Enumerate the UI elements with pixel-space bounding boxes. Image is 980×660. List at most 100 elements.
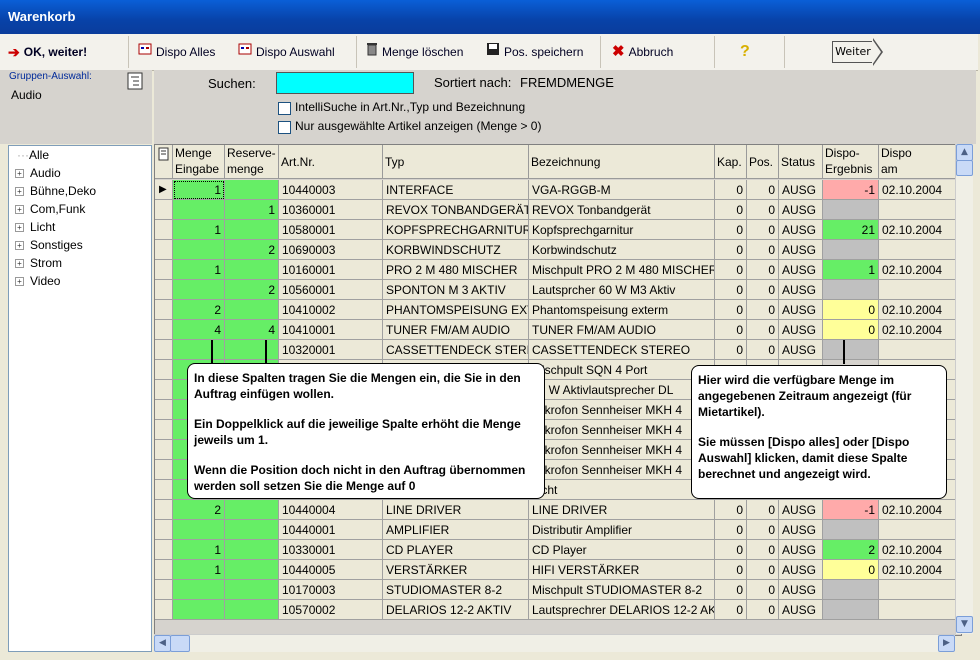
cell-typ[interactable]: PHANTOMSPEISUNG EXTERN bbox=[383, 300, 529, 320]
cell-dispo[interactable] bbox=[823, 600, 879, 620]
cell-bez[interactable]: Mischpult SQN 4 Port bbox=[529, 360, 715, 380]
row-selector[interactable] bbox=[155, 320, 173, 340]
scroll-left-icon[interactable]: ◀ bbox=[154, 635, 171, 652]
expand-icon[interactable]: + bbox=[15, 241, 24, 251]
cell-am[interactable]: 02.10.2004 bbox=[879, 540, 961, 560]
expand-icon[interactable]: + bbox=[15, 169, 24, 179]
cell-artnr[interactable]: 10330001 bbox=[279, 540, 383, 560]
cell-dispo[interactable]: -1 bbox=[823, 180, 879, 200]
cell-status[interactable]: AUSG bbox=[779, 500, 823, 520]
row-selector[interactable] bbox=[155, 220, 173, 240]
cell-bez[interactable]: Mikrofon Sennheiser MKH 4 bbox=[529, 400, 715, 420]
cell-pos[interactable]: 0 bbox=[747, 320, 779, 340]
row-selector[interactable] bbox=[155, 260, 173, 280]
cell-status[interactable]: AUSG bbox=[779, 220, 823, 240]
cell-kap[interactable]: 0 bbox=[715, 600, 747, 620]
row-selector[interactable] bbox=[155, 400, 173, 420]
cell-typ[interactable]: STUDIOMASTER 8-2 bbox=[383, 580, 529, 600]
cell-artnr[interactable]: 10410001 bbox=[279, 320, 383, 340]
cell-status[interactable]: AUSG bbox=[779, 520, 823, 540]
cell-kap[interactable]: 0 bbox=[715, 540, 747, 560]
cell-dispo[interactable]: 2 bbox=[823, 540, 879, 560]
header-reserve[interactable]: Reserve- menge bbox=[225, 145, 279, 179]
tree-item-sonstiges[interactable]: + Sonstiges bbox=[15, 236, 83, 254]
cell-artnr[interactable]: 10360001 bbox=[279, 200, 383, 220]
cell-pos[interactable]: 0 bbox=[747, 240, 779, 260]
cell-dispo[interactable]: 0 bbox=[823, 300, 879, 320]
pos-speichern-button[interactable]: Pos. speichern bbox=[486, 38, 583, 66]
cell-reserve[interactable] bbox=[225, 260, 279, 280]
cell-bez[interactable]: VGA-RGGB-M bbox=[529, 180, 715, 200]
header-dispo-ergebnis[interactable]: Dispo- Ergebnis bbox=[823, 145, 879, 179]
cell-kap[interactable]: 0 bbox=[715, 280, 747, 300]
cell-bez[interactable]: LINE DRIVER bbox=[529, 500, 715, 520]
cell-reserve[interactable] bbox=[225, 300, 279, 320]
cell-kap[interactable]: 0 bbox=[715, 500, 747, 520]
cell-typ[interactable]: KOPFSPRECHGARNITUR bbox=[383, 220, 529, 240]
cell-menge[interactable]: 1 bbox=[173, 540, 225, 560]
cell-typ[interactable]: KORBWINDSCHUTZ bbox=[383, 240, 529, 260]
cell-menge[interactable] bbox=[173, 240, 225, 260]
cell-pos[interactable]: 0 bbox=[747, 280, 779, 300]
header-kap[interactable]: Kap. bbox=[715, 145, 747, 179]
row-selector[interactable] bbox=[155, 280, 173, 300]
cell-reserve[interactable] bbox=[225, 540, 279, 560]
cell-typ[interactable]: CASSETTENDECK STEREO bbox=[383, 340, 529, 360]
row-selector[interactable] bbox=[155, 580, 173, 600]
cell-artnr[interactable]: 10440004 bbox=[279, 500, 383, 520]
vertical-scrollbar[interactable]: ▲ ▼ bbox=[955, 144, 973, 634]
cell-kap[interactable]: 0 bbox=[715, 560, 747, 580]
cell-status[interactable]: AUSG bbox=[779, 180, 823, 200]
row-selector[interactable] bbox=[155, 440, 173, 460]
cell-menge[interactable]: 1 bbox=[173, 560, 225, 580]
cell-status[interactable]: AUSG bbox=[779, 560, 823, 580]
cell-typ[interactable]: LINE DRIVER bbox=[383, 500, 529, 520]
cell-menge[interactable]: 4 bbox=[173, 320, 225, 340]
cell-menge[interactable] bbox=[173, 580, 225, 600]
row-selector[interactable] bbox=[155, 200, 173, 220]
expand-icon[interactable]: + bbox=[15, 223, 24, 233]
cell-status[interactable]: AUSG bbox=[779, 340, 823, 360]
expand-icon[interactable]: + bbox=[15, 259, 24, 269]
cell-dispo[interactable] bbox=[823, 580, 879, 600]
cell-am[interactable]: 02.10.2004 bbox=[879, 320, 961, 340]
cell-bez[interactable]: Licht bbox=[529, 480, 715, 500]
row-selector[interactable] bbox=[155, 240, 173, 260]
tree-item-strom[interactable]: + Strom bbox=[15, 254, 62, 272]
header-dispo-am[interactable]: Dispo am bbox=[879, 145, 961, 179]
scroll-down-icon[interactable]: ▼ bbox=[956, 616, 973, 633]
cell-dispo[interactable] bbox=[823, 340, 879, 360]
cell-reserve[interactable]: 1 bbox=[225, 200, 279, 220]
menge-loeschen-button[interactable]: Menge löschen bbox=[366, 38, 463, 66]
cell-bez[interactable]: Mikrofon Sennheiser MKH 4 bbox=[529, 420, 715, 440]
cell-reserve[interactable] bbox=[225, 560, 279, 580]
cell-dispo[interactable]: 0 bbox=[823, 320, 879, 340]
scroll-up-icon[interactable]: ▲ bbox=[956, 144, 973, 161]
cell-typ[interactable]: CD PLAYER bbox=[383, 540, 529, 560]
cell-artnr[interactable]: 10440005 bbox=[279, 560, 383, 580]
cell-am[interactable]: 02.10.2004 bbox=[879, 260, 961, 280]
expand-icon[interactable]: + bbox=[15, 277, 24, 287]
cell-status[interactable]: AUSG bbox=[779, 580, 823, 600]
expand-icon[interactable]: + bbox=[15, 187, 24, 197]
header-status[interactable]: Status bbox=[779, 145, 823, 179]
cell-kap[interactable]: 0 bbox=[715, 260, 747, 280]
cell-am[interactable]: 02.10.2004 bbox=[879, 300, 961, 320]
scroll-right-icon[interactable]: ▶ bbox=[938, 635, 955, 652]
cell-am[interactable] bbox=[879, 340, 961, 360]
cell-menge[interactable]: 1 bbox=[173, 220, 225, 240]
cell-bez[interactable]: Mikrofon Sennheiser MKH 4 bbox=[529, 460, 715, 480]
cell-status[interactable]: AUSG bbox=[779, 200, 823, 220]
cell-artnr[interactable]: 10170003 bbox=[279, 580, 383, 600]
cell-kap[interactable]: 0 bbox=[715, 300, 747, 320]
cell-bez[interactable]: CD Player bbox=[529, 540, 715, 560]
cell-menge[interactable] bbox=[173, 280, 225, 300]
cell-pos[interactable]: 0 bbox=[747, 200, 779, 220]
tree-item-com-funk[interactable]: + Com,Funk bbox=[15, 200, 85, 218]
cell-artnr[interactable]: 10440001 bbox=[279, 520, 383, 540]
cell-kap[interactable]: 0 bbox=[715, 200, 747, 220]
row-selector[interactable] bbox=[155, 460, 173, 480]
cell-dispo[interactable] bbox=[823, 520, 879, 540]
cell-pos[interactable]: 0 bbox=[747, 220, 779, 240]
cell-pos[interactable]: 0 bbox=[747, 540, 779, 560]
